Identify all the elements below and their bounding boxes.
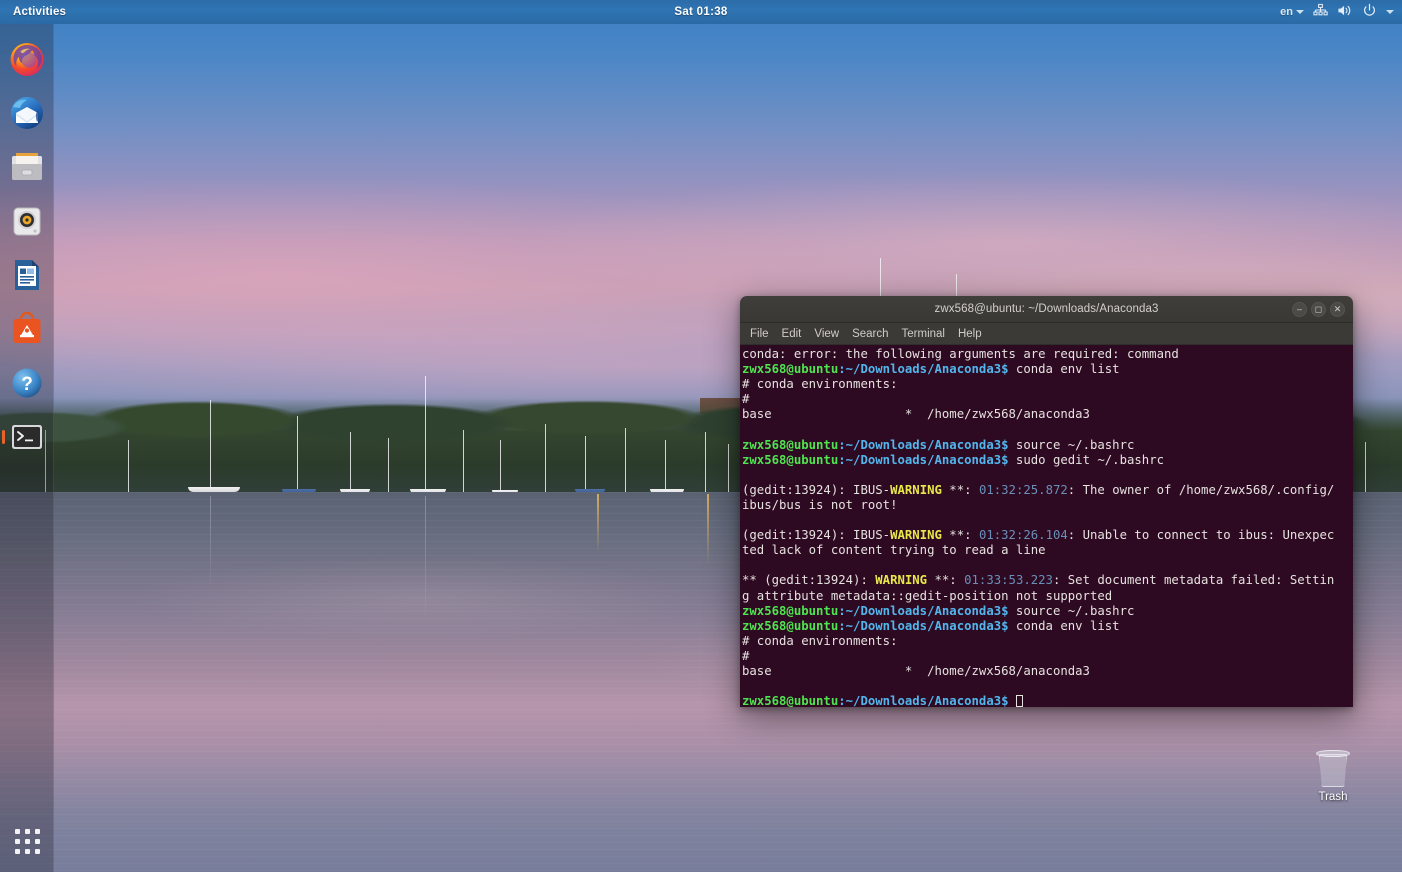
terminal-line: #	[742, 648, 750, 663]
sailboat-mast	[128, 440, 129, 492]
sailboat-mast	[297, 416, 298, 492]
menu-edit[interactable]: Edit	[782, 328, 802, 340]
libreoffice-writer-icon	[7, 255, 47, 295]
terminal-line: zwx568@ubuntu:~/Downloads/Anaconda3$	[742, 694, 1353, 707]
chevron-down-icon	[1296, 10, 1304, 14]
sailboat-mast	[425, 376, 426, 490]
terminal-menubar: File Edit View Search Terminal Help	[740, 323, 1353, 345]
system-tray: en	[1280, 0, 1394, 24]
show-applications-button[interactable]	[0, 814, 54, 868]
terminal-line: g attribute metadata::gedit-position not…	[742, 588, 1113, 603]
close-icon[interactable]: ✕	[1330, 302, 1345, 317]
terminal-line: zwx568@ubuntu:~/Downloads/Anaconda3$ sud…	[742, 452, 1165, 467]
menu-view[interactable]: View	[814, 328, 839, 340]
light-reflection	[597, 494, 599, 554]
running-indicator	[1, 430, 5, 444]
sailboat-mast	[500, 440, 501, 492]
menu-file[interactable]: File	[750, 328, 769, 340]
maximize-icon[interactable]: ◻	[1311, 302, 1326, 317]
sailboat-mast	[350, 432, 351, 492]
sailboat-mast	[1365, 442, 1366, 492]
volume-icon[interactable]	[1337, 3, 1353, 21]
terminal-titlebar[interactable]: zwx568@ubuntu: ~/Downloads/Anaconda3 – ◻…	[740, 296, 1353, 323]
sailboat-mast	[728, 444, 729, 492]
sailboat-mast	[210, 400, 211, 492]
terminal-window[interactable]: zwx568@ubuntu: ~/Downloads/Anaconda3 – ◻…	[740, 296, 1353, 707]
network-icon[interactable]	[1313, 3, 1328, 21]
dock: ?	[0, 24, 54, 872]
dock-item-terminal[interactable]	[0, 410, 54, 464]
window-controls: – ◻ ✕	[1292, 296, 1345, 323]
terminal-line: # conda environments:	[742, 377, 898, 392]
terminal-icon	[7, 417, 47, 457]
terminal-line: base * /home/zwx568/anaconda3	[742, 663, 1090, 678]
sailboat-mast	[388, 438, 389, 492]
terminal-line: (gedit:13924): IBUS-WARNING **: 01:32:25…	[742, 482, 1335, 497]
terminal-screen[interactable]: conda: error: the following arguments ar…	[740, 345, 1353, 707]
clock-area: Sat 01:38	[0, 0, 1402, 24]
clock[interactable]: Sat 01:38	[674, 6, 727, 18]
keyboard-layout-menu[interactable]: en	[1280, 6, 1304, 18]
dock-item-thunderbird[interactable]	[0, 86, 54, 140]
dock-item-rhythmbox[interactable]	[0, 194, 54, 248]
dock-item-help[interactable]: ?	[0, 356, 54, 410]
terminal-cursor	[1015, 694, 1023, 707]
menu-search[interactable]: Search	[852, 328, 888, 340]
sailboat-mast	[545, 424, 546, 492]
trash-label: Trash	[1318, 791, 1348, 803]
grid-icon	[14, 828, 40, 854]
menu-terminal[interactable]: Terminal	[902, 328, 945, 340]
minimize-icon[interactable]: –	[1292, 302, 1307, 317]
mast-reflection	[425, 496, 426, 626]
sailboat-mast	[463, 430, 464, 492]
terminal-line: # conda environments:	[742, 633, 898, 648]
terminal-line: ibus/bus is not root!	[742, 497, 898, 512]
keyboard-layout-label: en	[1280, 6, 1293, 18]
terminal-line: ted lack of content trying to read a lin…	[742, 543, 1046, 558]
dock-item-libreoffice-writer[interactable]	[0, 248, 54, 302]
trash-icon	[1316, 748, 1350, 788]
rhythmbox-icon	[7, 201, 47, 241]
top-panel: Activities Sat 01:38 en	[0, 0, 1402, 24]
terminal-line: base * /home/zwx568/anaconda3	[742, 407, 1090, 422]
menu-help[interactable]: Help	[958, 328, 982, 340]
terminal-line: zwx568@ubuntu:~/Downloads/Anaconda3$ con…	[742, 362, 1120, 377]
dock-item-firefox[interactable]	[0, 32, 54, 86]
terminal-title: zwx568@ubuntu: ~/Downloads/Anaconda3	[934, 303, 1159, 315]
dock-item-files[interactable]	[0, 140, 54, 194]
dock-item-ubuntu-software[interactable]	[0, 302, 54, 356]
power-icon[interactable]	[1362, 3, 1377, 21]
terminal-line: ** (gedit:13924): WARNING **: 01:33:53.2…	[742, 573, 1335, 588]
thunderbird-icon	[7, 93, 47, 133]
desktop-icon-trash[interactable]: Trash	[1300, 748, 1366, 803]
system-menu-chevron-down-icon[interactable]	[1386, 10, 1394, 14]
help-icon: ?	[7, 363, 47, 403]
terminal-line: (gedit:13924): IBUS-WARNING **: 01:32:26…	[742, 528, 1335, 543]
firefox-icon	[7, 39, 47, 79]
mast-reflection	[210, 496, 211, 592]
terminal-line: zwx568@ubuntu:~/Downloads/Anaconda3$ con…	[742, 618, 1120, 633]
files-icon	[7, 147, 47, 187]
activities-button[interactable]: Activities	[0, 0, 76, 24]
sailboat-mast	[585, 436, 586, 492]
light-reflection	[707, 494, 709, 564]
sailboat-mast	[705, 432, 706, 492]
sailboat-mast	[625, 428, 626, 492]
ubuntu-software-icon	[7, 309, 47, 349]
terminal-line: #	[742, 392, 750, 407]
terminal-line: zwx568@ubuntu:~/Downloads/Anaconda3$ sou…	[742, 437, 1135, 452]
terminal-line: conda: error: the following arguments ar…	[742, 347, 1179, 361]
terminal-line: zwx568@ubuntu:~/Downloads/Anaconda3$ sou…	[742, 603, 1135, 618]
svg-text:?: ?	[21, 374, 33, 395]
sailboat-mast	[665, 440, 666, 492]
